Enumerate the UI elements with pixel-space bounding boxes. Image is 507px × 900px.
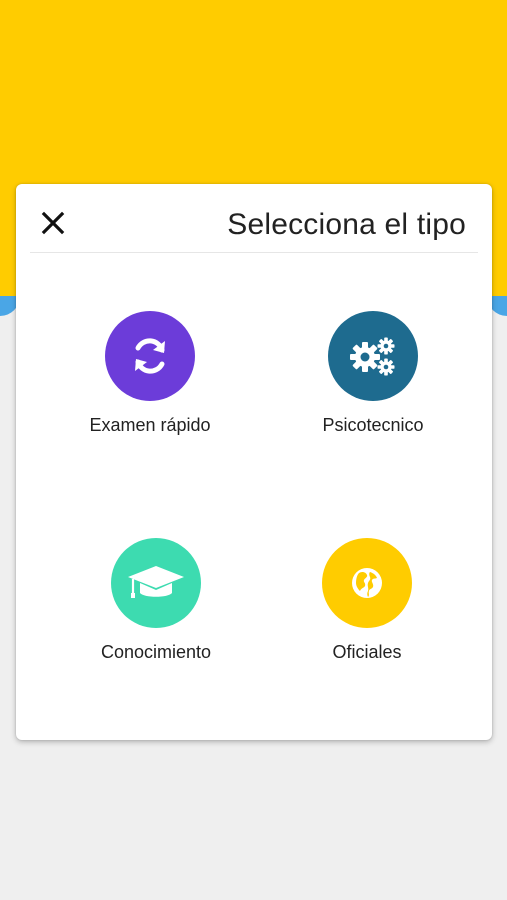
select-type-dialog: Selecciona el tipo Examen rápido Psicote… <box>16 184 492 740</box>
graduation-cap-icon <box>128 566 184 598</box>
option-knowledge[interactable]: Conocimiento <box>56 538 256 688</box>
dialog-title: Selecciona el tipo <box>227 208 466 241</box>
gears-icon <box>350 337 395 376</box>
option-label: Examen rápido <box>89 415 211 435</box>
knowledge-icon-circle <box>111 538 201 628</box>
option-label: Psicotecnico <box>322 415 424 435</box>
quick-exam-icon-circle <box>105 311 195 401</box>
header-divider <box>30 252 478 253</box>
official-icon-circle <box>322 538 412 628</box>
option-label: Conocimiento <box>100 642 212 662</box>
option-official[interactable]: Oficiales <box>267 538 467 688</box>
option-label: Oficiales <box>332 642 402 662</box>
dialog-header: Selecciona el tipo <box>16 184 492 254</box>
option-psychotechnical[interactable]: Psicotecnico <box>273 311 473 461</box>
option-quick-exam[interactable]: Examen rápido <box>50 311 250 461</box>
globe-icon <box>352 568 382 598</box>
close-icon <box>41 211 65 235</box>
psychotechnical-icon-circle <box>328 311 418 401</box>
close-button[interactable] <box>38 208 68 238</box>
refresh-icon <box>135 338 165 374</box>
